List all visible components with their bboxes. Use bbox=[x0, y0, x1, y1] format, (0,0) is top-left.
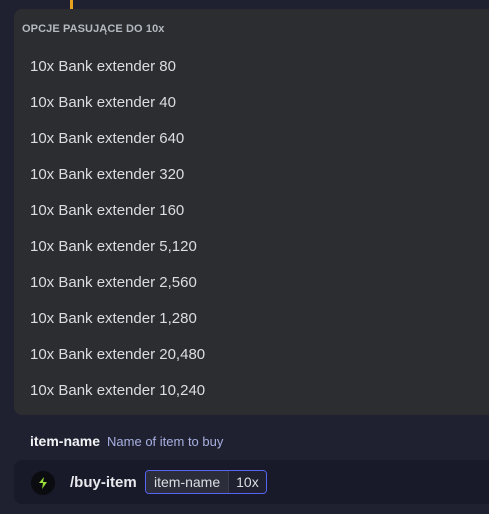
parameter-hint: item-name Name of item to buy bbox=[30, 433, 223, 453]
autocomplete-option[interactable]: 10x Bank extender 2,560 bbox=[14, 265, 489, 301]
autocomplete-option[interactable]: 10x Bank extender 10,240 bbox=[14, 373, 489, 409]
parameter-description: Name of item to buy bbox=[107, 434, 224, 449]
slash-command: /buy-item bbox=[70, 474, 137, 491]
option-chip-label: item-name bbox=[146, 471, 229, 493]
parameter-name: item-name bbox=[30, 433, 101, 449]
autocomplete-option[interactable]: 10x Bank extender 20,480 bbox=[14, 337, 489, 373]
autocomplete-option[interactable]: 10x Bank extender 5,120 bbox=[14, 229, 489, 265]
autocomplete-option[interactable]: 10x Bank extender 320 bbox=[14, 157, 489, 193]
autocomplete-option[interactable]: 10x Bank extender 40 bbox=[14, 85, 489, 121]
accent-line bbox=[70, 0, 73, 9]
autocomplete-option-list: 10x Bank extender 80 10x Bank extender 4… bbox=[14, 49, 489, 409]
bot-logo-icon bbox=[39, 477, 47, 489]
autocomplete-popup: OPCJE PASUJĄCE DO 10x 10x Bank extender … bbox=[14, 9, 489, 415]
command-option-chip[interactable]: item-name 10x bbox=[145, 470, 267, 494]
autocomplete-option[interactable]: 10x Bank extender 640 bbox=[14, 121, 489, 157]
autocomplete-option[interactable]: 10x Bank extender 160 bbox=[14, 193, 489, 229]
autocomplete-option[interactable]: 10x Bank extender 1,280 bbox=[14, 301, 489, 337]
option-chip-value[interactable]: 10x bbox=[228, 471, 266, 493]
bot-avatar-icon bbox=[31, 471, 55, 495]
app-root: OPCJE PASUJĄCE DO 10x 10x Bank extender … bbox=[0, 0, 489, 514]
autocomplete-option[interactable]: 10x Bank extender 80 bbox=[14, 49, 489, 85]
autocomplete-header: OPCJE PASUJĄCE DO 10x bbox=[22, 23, 165, 35]
command-input-bar[interactable]: /buy-item item-name 10x bbox=[14, 460, 489, 504]
